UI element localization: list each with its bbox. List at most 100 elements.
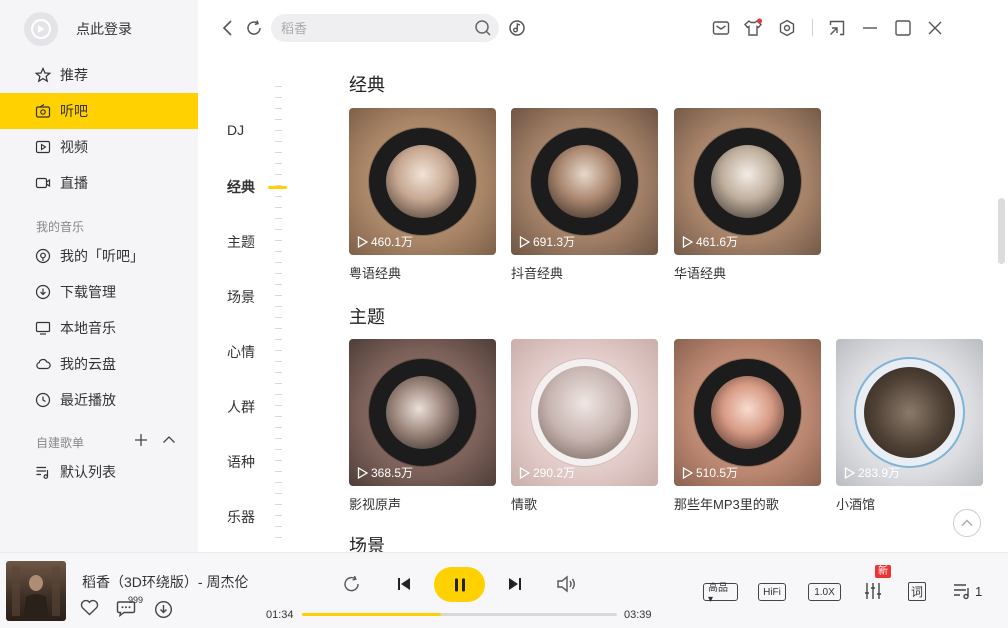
speed-button[interactable]: 1.0X [808, 583, 841, 601]
back-icon[interactable] [221, 19, 235, 37]
playlist-cover[interactable]: 691.3万 [511, 108, 658, 255]
play-icon [682, 235, 693, 248]
playlist-title[interactable]: 抖音经典 [511, 263, 658, 282]
playlists-heading: 自建歌单 [36, 436, 85, 450]
sidebar-item-recommend[interactable]: 推荐 [0, 57, 198, 93]
rail-item-theme[interactable]: 主题 [227, 232, 255, 252]
rail-item-classic[interactable]: 经典 [227, 177, 255, 197]
volume-icon[interactable] [556, 575, 578, 593]
next-icon[interactable] [507, 576, 523, 592]
close-icon[interactable] [926, 19, 944, 37]
rail-item-language[interactable]: 语种 [227, 452, 255, 472]
rail-item-instrument[interactable]: 乐器 [227, 507, 255, 527]
user-login[interactable]: 点此登录 [24, 12, 132, 46]
heart-icon[interactable] [80, 599, 99, 616]
sidebar-item-live[interactable]: 直播 [0, 165, 198, 201]
playlist-card[interactable]: 368.5万 影视原声 [349, 339, 496, 513]
login-link[interactable]: 点此登录 [76, 19, 132, 39]
avatar[interactable] [24, 12, 58, 46]
sidebar-item-listen[interactable]: 听吧 [0, 93, 198, 129]
add-playlist-icon[interactable] [134, 433, 148, 447]
rail-item-scene[interactable]: 场景 [227, 287, 255, 307]
rail-tick [275, 383, 282, 384]
minimize-icon[interactable] [861, 19, 879, 37]
pause-button[interactable] [434, 567, 485, 602]
scrollbar[interactable] [998, 198, 1005, 264]
play-icon [357, 235, 368, 248]
song-title[interactable]: 稻香（3D环绕版）- 周杰伦 [82, 572, 248, 592]
rail-item-mood[interactable]: 心情 [227, 342, 255, 362]
search-input[interactable] [281, 19, 471, 37]
refresh-icon[interactable] [245, 19, 263, 37]
sidebar-item-local-music[interactable]: 本地音乐 [0, 310, 198, 346]
music-recognition-icon[interactable] [508, 19, 526, 37]
playlist-cover[interactable]: 283.9万 [836, 339, 983, 486]
sidebar-item-recent[interactable]: 最近播放 [0, 382, 198, 418]
playlist-title[interactable]: 华语经典 [674, 263, 821, 282]
sidebar-item-label: 最近播放 [60, 392, 116, 408]
rail-tick [275, 515, 282, 516]
maximize-icon[interactable] [894, 19, 912, 37]
rail-item-dj[interactable]: DJ [227, 122, 244, 138]
playlist-title[interactable]: 情歌 [511, 494, 658, 513]
playlist-title[interactable]: 影视原声 [349, 494, 496, 513]
playlist-cover[interactable]: 368.5万 [349, 339, 496, 486]
playlist-cover[interactable]: 460.1万 [349, 108, 496, 255]
playlist-cover[interactable]: 510.5万 [674, 339, 821, 486]
quality-selector[interactable]: 高品▾ [703, 583, 738, 605]
vinyl-record [531, 359, 638, 466]
playlist-card[interactable]: 290.2万 情歌 [511, 339, 658, 513]
back-to-top-button[interactable] [953, 509, 981, 537]
mini-mode-icon[interactable] [828, 19, 846, 37]
play-icon [682, 466, 693, 479]
star-icon [35, 67, 51, 83]
equalizer-icon[interactable] [863, 581, 883, 601]
radio-icon [35, 103, 51, 119]
rail-active-indicator [268, 186, 287, 189]
rail-tick [275, 460, 282, 461]
hifi-button[interactable]: HiFi [758, 583, 786, 601]
rail-tick [275, 504, 282, 505]
playlist-card[interactable]: 461.6万 华语经典 [674, 108, 821, 282]
rail-tick [275, 273, 282, 274]
sidebar-item-label: 默认列表 [60, 464, 116, 480]
sidebar-item-downloads[interactable]: 下载管理 [0, 274, 198, 310]
sidebar-item-label: 本地音乐 [60, 320, 116, 336]
rail-tick [275, 229, 282, 230]
sidebar-item-cloud[interactable]: 我的云盘 [0, 346, 198, 382]
rail-tick [275, 350, 282, 351]
sidebar-item-video[interactable]: 视频 [0, 129, 198, 165]
album-art[interactable] [6, 561, 66, 621]
rail-tick [275, 284, 282, 285]
playlist-card[interactable]: 510.5万 那些年MP3里的歌 [674, 339, 821, 513]
rail-tick [275, 306, 282, 307]
settings-icon[interactable] [778, 19, 796, 37]
sidebar-item-label: 直播 [60, 175, 88, 191]
repeat-icon[interactable] [342, 575, 362, 593]
playlist-title[interactable]: 粤语经典 [349, 263, 496, 282]
play-count: 290.2万 [519, 464, 575, 481]
playlist-title[interactable]: 那些年MP3里的歌 [674, 494, 821, 513]
rail-tick [275, 152, 282, 153]
sidebar-item-my-listen[interactable]: 我的「听吧」 [0, 238, 198, 274]
video-icon [35, 139, 51, 155]
clock-icon [35, 392, 51, 408]
playlist-card[interactable]: 460.1万 粤语经典 [349, 108, 496, 282]
skin-icon[interactable] [743, 18, 763, 38]
playlist-card[interactable]: 283.9万 小酒馆 [836, 339, 983, 513]
playlist-cover[interactable]: 290.2万 [511, 339, 658, 486]
lyrics-button[interactable]: 词 [908, 582, 926, 601]
sidebar-item-default-list[interactable]: 默认列表 [0, 454, 198, 490]
previous-icon[interactable] [396, 576, 412, 592]
cloud-icon [35, 356, 51, 372]
playlist-cover[interactable]: 461.6万 [674, 108, 821, 255]
queue-icon[interactable] [952, 582, 972, 600]
search-icon[interactable] [474, 19, 492, 37]
download-song-icon[interactable] [154, 600, 173, 619]
playlist-card[interactable]: 691.3万 抖音经典 [511, 108, 658, 282]
collapse-icon[interactable] [162, 433, 176, 447]
mail-icon[interactable] [712, 20, 730, 36]
progress-bar[interactable] [302, 613, 617, 616]
rail-item-crowd[interactable]: 人群 [227, 397, 255, 417]
vinyl-record [694, 128, 801, 235]
